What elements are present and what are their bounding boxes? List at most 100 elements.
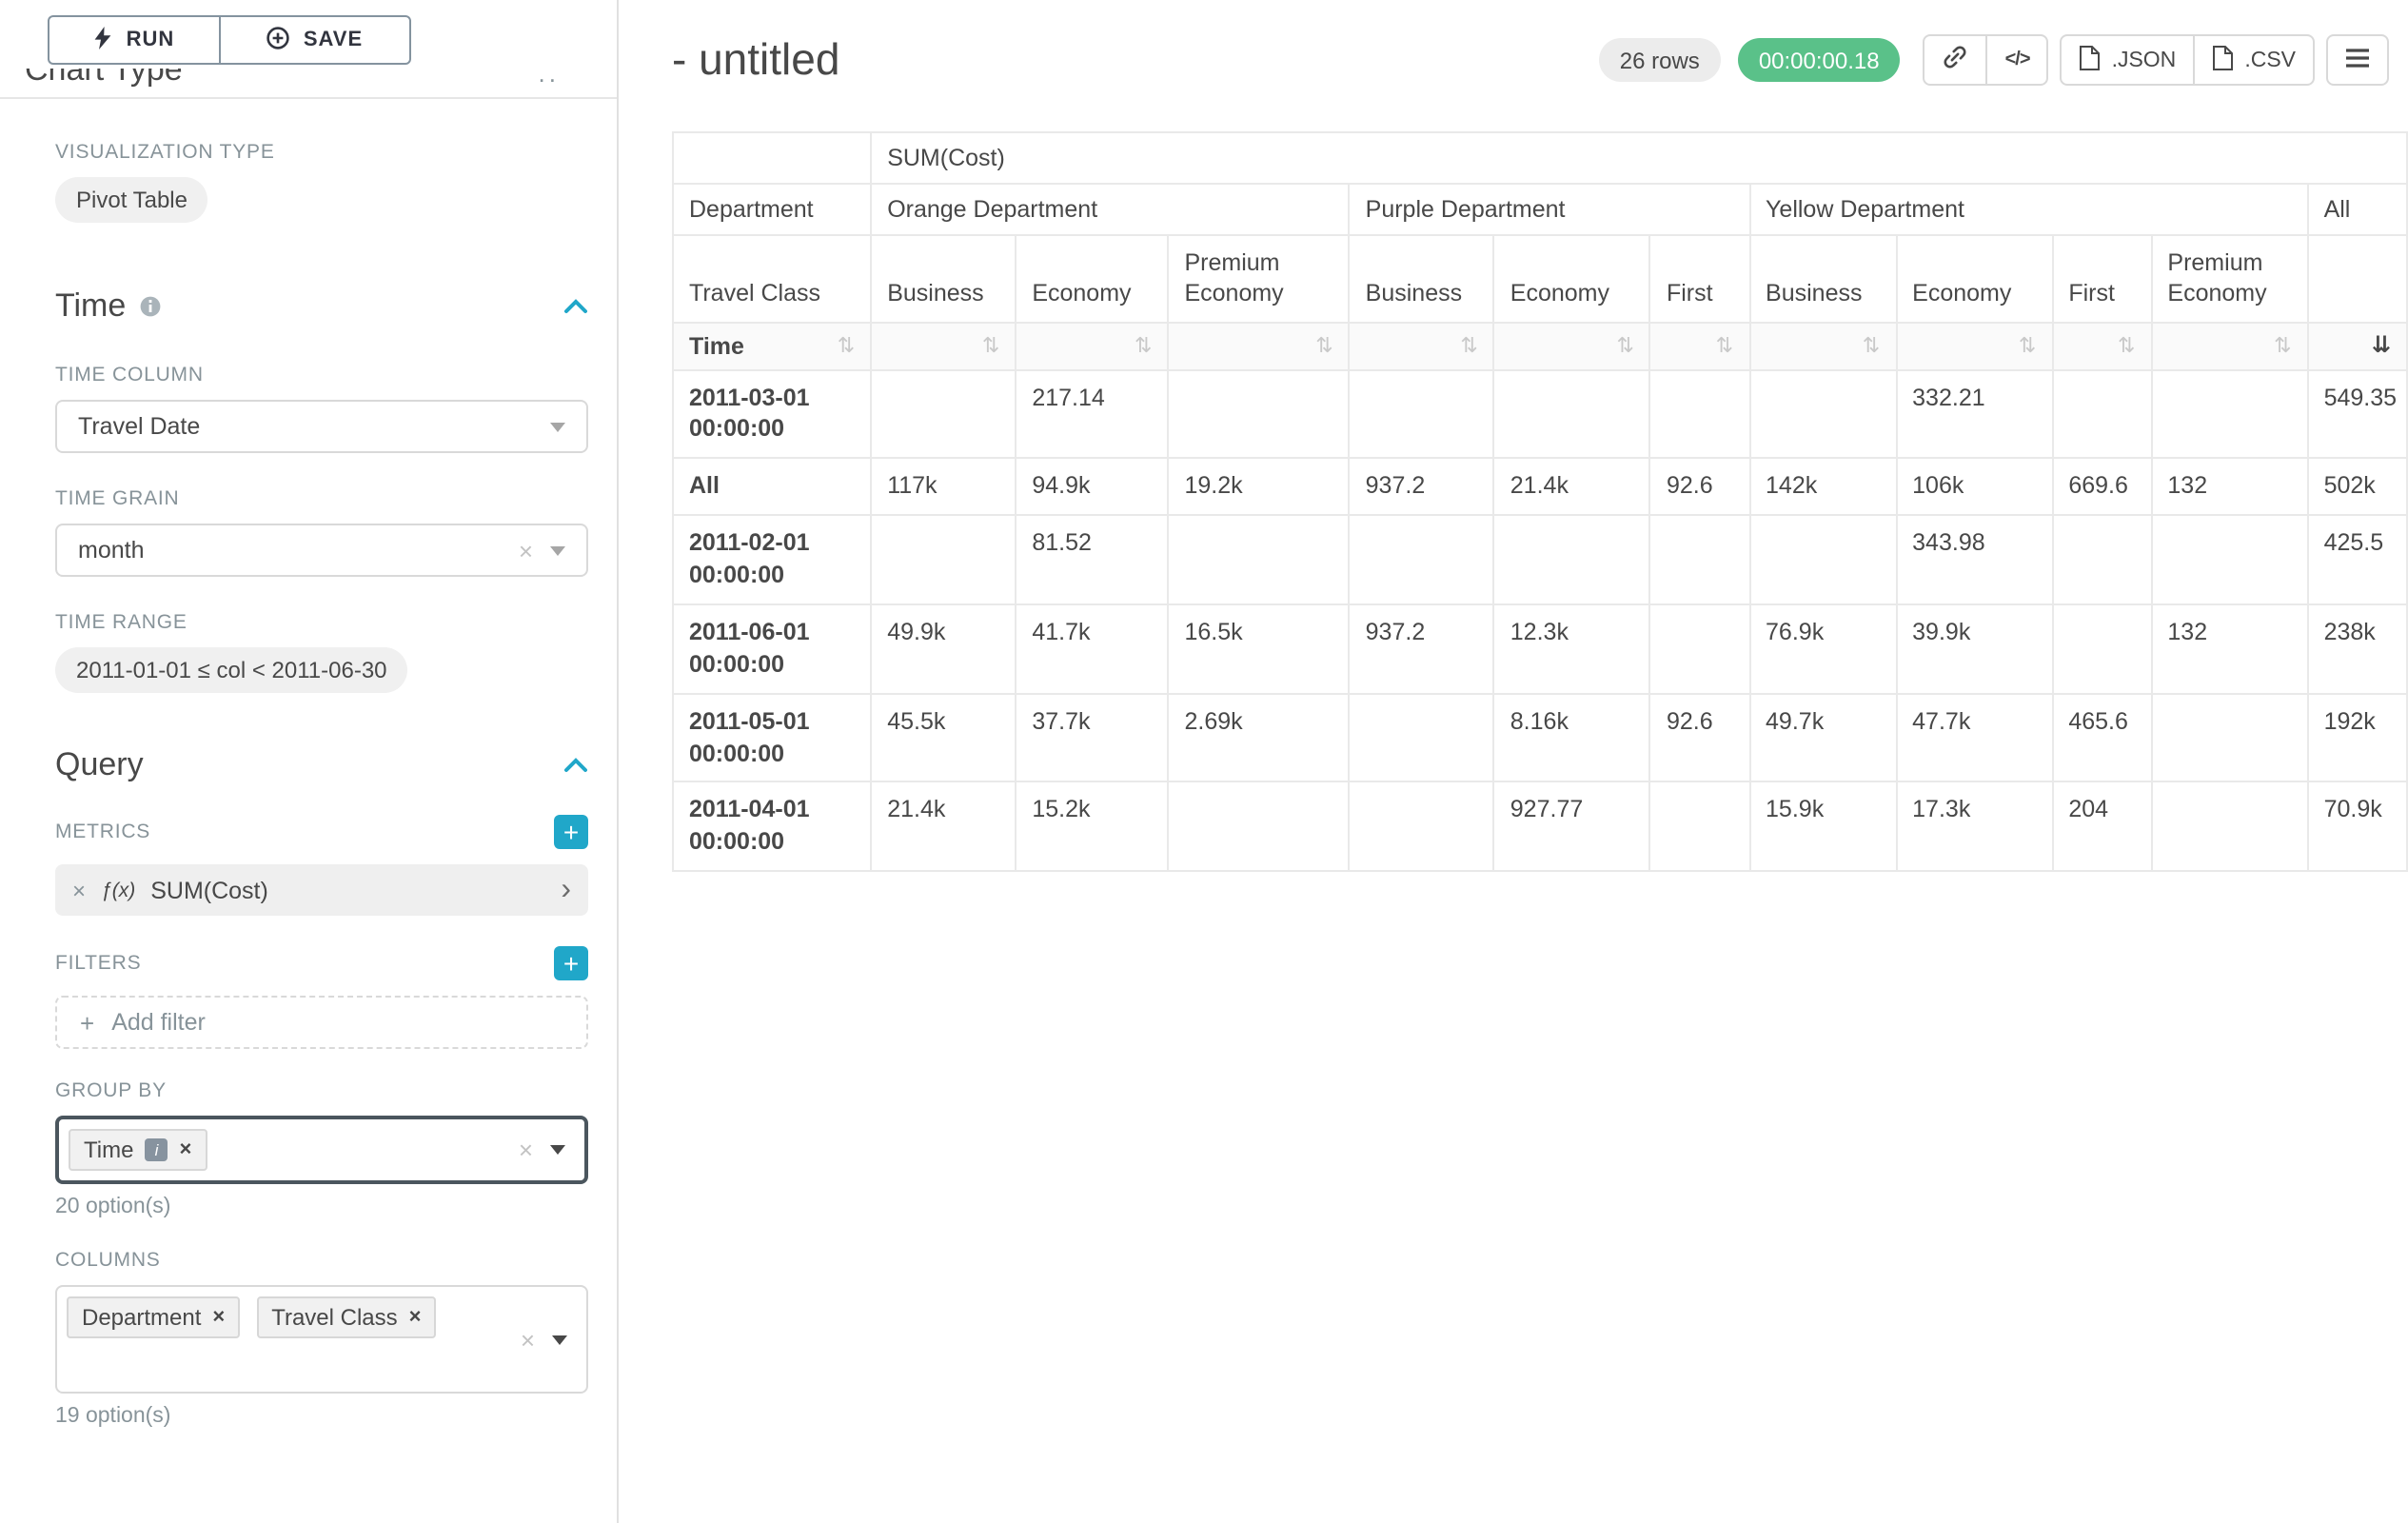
code-icon: </> <box>2005 49 2030 70</box>
caret-down-icon[interactable] <box>550 1145 565 1155</box>
sort-icon[interactable]: ⇅ <box>1617 333 1634 358</box>
data-cell <box>1168 515 1349 604</box>
chip-remove-icon[interactable]: × <box>212 1307 225 1328</box>
time-grain-value: month <box>78 537 145 564</box>
menu-button[interactable] <box>2326 34 2389 86</box>
data-cell: 17.3k <box>1896 782 2052 872</box>
sort-icon[interactable]: ⇅ <box>1863 333 1880 358</box>
sort-header-cell: ⇅ <box>1749 322 1896 369</box>
columns-label: COLUMNS <box>55 1249 586 1272</box>
viz-type-pill[interactable]: Pivot Table <box>55 177 208 223</box>
sort-icon[interactable]: ⇅ <box>2019 333 2036 358</box>
data-cell: 92.6 <box>1650 459 1749 516</box>
sort-header-cell: ⇅ <box>871 322 1016 369</box>
sort-icon[interactable]: ⇅ <box>1716 333 1733 358</box>
sort-header-cell: ⇅ <box>1896 322 2052 369</box>
table-row: 2011-04-01 00:00:0021.4k15.2k927.7715.9k… <box>673 782 2407 872</box>
sort-icon[interactable]: ⇅ <box>2118 333 2135 358</box>
sidebar-top: RUN SAVE Chart Type .. <box>0 0 617 99</box>
clear-icon[interactable]: × <box>521 1327 535 1352</box>
clear-icon[interactable]: × <box>519 1137 533 1162</box>
metric-chip[interactable]: × ƒ(x) SUM(Cost) › <box>55 864 588 916</box>
data-cell <box>871 515 1016 604</box>
row-dimension-label-cell: Time⇅ <box>673 322 871 369</box>
subcolumn-header-cell: Economy <box>1016 235 1168 322</box>
data-cell: 47.7k <box>1896 693 2052 782</box>
save-button[interactable]: SAVE <box>219 15 411 65</box>
export-csv-button[interactable]: .CSV <box>2193 34 2315 86</box>
table-row: 2011-06-01 00:00:0049.9k41.7k16.5k937.21… <box>673 604 2407 694</box>
export-json-button[interactable]: .JSON <box>2061 34 2196 86</box>
data-cell: 927.77 <box>1494 782 1650 872</box>
add-metric-button[interactable]: + <box>554 815 588 849</box>
group-header-cell: Yellow Department <box>1749 184 2308 235</box>
row-header-cell: 2011-02-01 00:00:00 <box>673 515 871 604</box>
add-filter-button[interactable]: + Add filter <box>55 996 588 1049</box>
data-cell <box>1650 604 1749 694</box>
caret-down-icon[interactable] <box>550 545 565 555</box>
sort-icon[interactable]: ⇅ <box>1135 333 1152 358</box>
expand-chevron-icon[interactable]: › <box>561 875 571 905</box>
view-query-button[interactable]: </> <box>1986 34 2049 86</box>
sort-icon[interactable]: ⇅ <box>838 332 855 357</box>
lightning-icon <box>94 26 113 54</box>
chip-label: Travel Class <box>271 1304 397 1331</box>
subcolumn-header-cell: Premium Economy <box>1168 235 1349 322</box>
share-link-button[interactable] <box>1924 34 1988 86</box>
time-column-select[interactable]: Travel Date <box>55 400 588 453</box>
data-cell <box>1350 782 1494 872</box>
document-icon <box>2080 45 2101 75</box>
chip-remove-icon[interactable]: × <box>179 1139 191 1160</box>
data-cell: 49.7k <box>1749 693 1896 782</box>
sort-icon[interactable]: ⇅ <box>982 333 999 358</box>
sort-header-cell: ⇅ <box>1016 322 1168 369</box>
control-panel-sidebar: RUN SAVE Chart Type .. VISUALIZATION TYP… <box>0 0 619 1523</box>
chart-container: - untitled 26 rows 00:00:00.18 </> <box>619 0 2408 1523</box>
sort-header-cell: ⇅ <box>1494 322 1650 369</box>
chip-remove-icon[interactable]: × <box>409 1307 422 1328</box>
data-cell: 204 <box>2052 782 2151 872</box>
data-cell: 343.98 <box>1896 515 2052 604</box>
subcolumn-header-cell: Business <box>1350 235 1494 322</box>
table-row: 2011-03-01 00:00:00217.14332.21549.35 <box>673 369 2407 459</box>
run-button[interactable]: RUN <box>48 15 219 65</box>
time-column-label: TIME COLUMN <box>55 364 586 386</box>
data-cell: 502k <box>2308 459 2407 516</box>
sort-icon[interactable]: ⇅ <box>1315 333 1332 358</box>
filters-label: FILTERS <box>55 952 141 975</box>
data-cell <box>2151 515 2307 604</box>
sort-icon[interactable]: ⇊ <box>2372 332 2391 360</box>
group-by-select[interactable]: Time i × × <box>55 1116 588 1184</box>
data-cell: 92.6 <box>1650 693 1749 782</box>
caret-down-icon[interactable] <box>550 422 565 431</box>
data-cell: 94.9k <box>1016 459 1168 516</box>
data-cell: 332.21 <box>1896 369 2052 459</box>
collapse-chevron-icon[interactable] <box>563 299 588 314</box>
clear-icon[interactable]: × <box>519 538 533 563</box>
time-grain-select[interactable]: month × <box>55 524 588 577</box>
query-section: Query METRICS + × ƒ(x) SUM(Cost) › FILTE… <box>0 746 617 1428</box>
data-cell <box>1494 369 1650 459</box>
column-chip-department[interactable]: Department × <box>67 1296 240 1338</box>
data-cell <box>1650 369 1749 459</box>
column-chip-travel-class[interactable]: Travel Class × <box>256 1296 436 1338</box>
collapse-chevron-icon[interactable] <box>563 758 588 773</box>
time-grain-label: TIME GRAIN <box>55 487 586 510</box>
time-range-pill[interactable]: 2011-01-01 ≤ col < 2011-06-30 <box>55 647 408 693</box>
data-cell: 16.5k <box>1168 604 1349 694</box>
data-cell: 8.16k <box>1494 693 1650 782</box>
clipped-section-heading: Chart Type .. <box>23 69 594 97</box>
caret-down-icon[interactable] <box>552 1335 567 1344</box>
columns-select[interactable]: Department × Travel Class × × <box>55 1285 588 1394</box>
remove-icon[interactable]: × <box>72 879 86 901</box>
sort-header-cell: ⇅ <box>2151 322 2307 369</box>
sort-icon[interactable]: ⇅ <box>1460 333 1477 358</box>
sort-icon[interactable]: ⇅ <box>2274 333 2291 358</box>
group-by-chip-time[interactable]: Time i × <box>69 1129 207 1171</box>
data-cell: 132 <box>2151 604 2307 694</box>
subcolumn-header-cell: Premium Economy <box>2151 235 2307 322</box>
export-json-label: .JSON <box>2112 49 2177 71</box>
group-by-options-hint: 20 option(s) <box>55 1196 586 1218</box>
table-row: All117k94.9k19.2k937.221.4k92.6142k106k6… <box>673 459 2407 516</box>
add-filter-plus-button[interactable]: + <box>554 946 588 980</box>
